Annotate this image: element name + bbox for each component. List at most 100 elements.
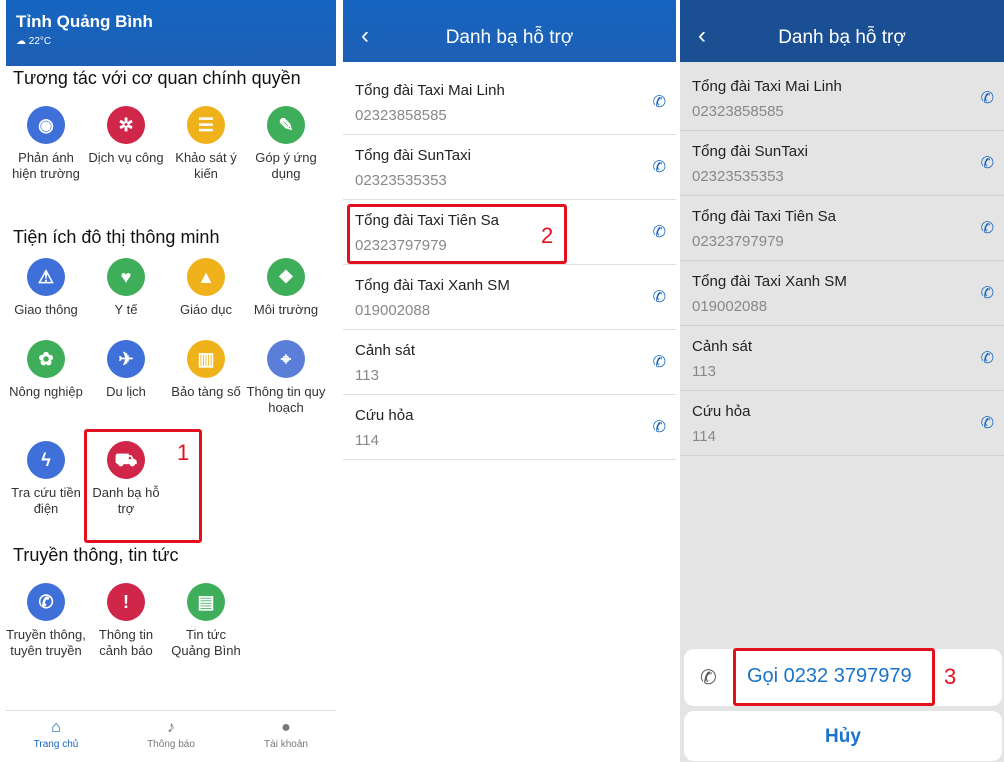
phone-icon[interactable]: ✆ bbox=[653, 352, 666, 372]
tile-camera[interactable]: ◉ Phản ánh hiện trường bbox=[6, 106, 86, 182]
phone-icon[interactable]: ✆ bbox=[653, 157, 666, 177]
tile-warning[interactable]: ! Thông tin cảnh báo bbox=[86, 583, 166, 659]
tile-environment[interactable]: ❖ Môi trường bbox=[246, 258, 326, 318]
tile-travel[interactable]: ✈ Du lịch bbox=[86, 340, 166, 400]
tile-label: Khảo sát ý kiến bbox=[175, 150, 237, 181]
contact-name: Cứu hỏa bbox=[692, 403, 751, 420]
contact-name: Tổng đài SunTaxi bbox=[692, 143, 808, 160]
step-3-label: 3 bbox=[944, 664, 957, 689]
home-icon: ⌂ bbox=[51, 719, 61, 736]
weather-label: ☁ 22°C bbox=[16, 36, 52, 47]
tile-news[interactable]: ▤ Tin tức Quảng Bình bbox=[166, 583, 246, 659]
phone-icon[interactable]: ✆ bbox=[653, 417, 666, 437]
tile-label: Y tế bbox=[114, 302, 138, 317]
tile-label: Bảo tàng số bbox=[171, 384, 241, 399]
contact-row[interactable]: Cảnh sát 113 ✆ bbox=[343, 330, 676, 395]
tile-traffic[interactable]: ⚠ Giao thông bbox=[6, 258, 86, 318]
agriculture-icon: ✿ bbox=[27, 340, 65, 378]
tile-label: Giao thông bbox=[14, 302, 78, 317]
contact-row[interactable]: Cứu hỏa 114 ✆ bbox=[680, 391, 1004, 456]
directory-header: ‹ Danh bạ hỗ trợ bbox=[343, 0, 676, 62]
tab-label: Thông báo bbox=[147, 739, 195, 750]
tile-feedback[interactable]: ✎ Góp ý ứng dụng bbox=[246, 106, 326, 182]
education-icon: ▲ bbox=[187, 258, 225, 296]
contact-row[interactable]: Cảnh sát 113 ✆ bbox=[680, 326, 1004, 391]
contact-phone: 02323797979 bbox=[692, 233, 784, 250]
tile-electricity[interactable]: ϟ Tra cứu tiền điện bbox=[6, 441, 86, 517]
tab-home[interactable]: ⌂ Trang chủ bbox=[16, 719, 96, 750]
directory-title: Danh bạ hỗ trợ bbox=[778, 27, 906, 48]
city-title: Tỉnh Quảng Bình bbox=[16, 12, 153, 31]
tile-label: Thông tin cảnh báo bbox=[98, 627, 154, 658]
step-2-highlight bbox=[347, 204, 567, 264]
contact-name: Tổng đài Taxi Tiên Sa bbox=[692, 208, 836, 225]
tile-label: Nông nghiệp bbox=[9, 384, 83, 399]
tile-label: Thông tin quy hoạch bbox=[246, 384, 326, 415]
contact-row[interactable]: Tổng đài SunTaxi 02323535353 ✆ bbox=[343, 135, 676, 200]
contact-name: Cảnh sát bbox=[692, 338, 753, 355]
step-3-highlight bbox=[733, 648, 935, 706]
contact-name: Cảnh sát bbox=[355, 342, 416, 359]
tile-label: Giáo dục bbox=[179, 302, 233, 317]
tile-education[interactable]: ▲ Giáo dục bbox=[166, 258, 246, 318]
contact-phone: 019002088 bbox=[355, 302, 431, 319]
service-icon: ✲ bbox=[107, 106, 145, 144]
contact-name: Cứu hỏa bbox=[355, 407, 414, 424]
tile-agriculture[interactable]: ✿ Nông nghiệp bbox=[6, 340, 86, 400]
phone-icon[interactable]: ✆ bbox=[981, 88, 994, 108]
contact-row[interactable]: Tổng đài Taxi Mai Linh 02323858585 ✆ bbox=[680, 66, 1004, 131]
contact-name: Tổng đài Taxi Mai Linh bbox=[355, 82, 505, 99]
tile-label: Môi trường bbox=[253, 302, 319, 317]
contact-phone: 114 bbox=[355, 432, 379, 449]
contact-phone: 113 bbox=[692, 363, 716, 380]
contact-name: Tổng đài SunTaxi bbox=[355, 147, 471, 164]
contact-phone: 019002088 bbox=[692, 298, 768, 315]
travel-icon: ✈ bbox=[107, 340, 145, 378]
contact-row[interactable]: Tổng đài Taxi Xanh SM 019002088 ✆ bbox=[680, 261, 1004, 326]
tile-museum[interactable]: ▥ Bảo tàng số bbox=[166, 340, 246, 400]
phone-icon[interactable]: ✆ bbox=[981, 283, 994, 303]
cancel-sheet[interactable]: Hủy bbox=[684, 711, 1002, 761]
tile-label: Dịch vụ công bbox=[88, 150, 164, 165]
phone-icon[interactable]: ✆ bbox=[653, 92, 666, 112]
contact-row[interactable]: Tổng đài Taxi Tiên Sa 02323797979 ✆ bbox=[680, 196, 1004, 261]
tab-label: Tài khoản bbox=[264, 739, 308, 750]
tile-megaphone[interactable]: ✆ Truyền thông, tuyên truyền bbox=[6, 583, 86, 659]
tile-label: Truyền thông, tuyên truyền bbox=[6, 627, 86, 658]
tab-bell[interactable]: ♪ Thông báo bbox=[131, 719, 211, 750]
contact-name: Tổng đài Taxi Xanh SM bbox=[355, 277, 510, 294]
step-2-label: 2 bbox=[541, 223, 554, 248]
phone-icon[interactable]: ✆ bbox=[981, 153, 994, 173]
phone-icon[interactable]: ✆ bbox=[653, 287, 666, 307]
phone-icon[interactable]: ✆ bbox=[981, 413, 994, 433]
bottom-tab-bar: ⌂ Trang chủ ♪ Thông báo ● Tài khoản bbox=[6, 710, 336, 762]
contact-row[interactable]: Tổng đài SunTaxi 02323535353 ✆ bbox=[680, 131, 1004, 196]
news-icon: ▤ bbox=[187, 583, 225, 621]
tile-survey[interactable]: ☰ Khảo sát ý kiến bbox=[166, 106, 246, 182]
home-header: Tỉnh Quảng Bình ☁ 22°C bbox=[6, 0, 336, 66]
tab-user[interactable]: ● Tài khoản bbox=[246, 719, 326, 750]
tile-health[interactable]: ♥ Y tế bbox=[86, 258, 166, 318]
contact-name: Tổng đài Taxi Xanh SM bbox=[692, 273, 847, 290]
contact-row[interactable]: Tổng đài Taxi Xanh SM 019002088 ✆ bbox=[343, 265, 676, 330]
tile-map[interactable]: ⌖ Thông tin quy hoạch bbox=[246, 340, 326, 416]
environment-icon: ❖ bbox=[267, 258, 305, 296]
cancel-button[interactable]: Hủy bbox=[684, 726, 1002, 748]
tile-label: Tra cứu tiền điện bbox=[11, 485, 81, 516]
section-title-government: Tương tác với cơ quan chính quyền bbox=[13, 68, 301, 88]
survey-icon: ☰ bbox=[187, 106, 225, 144]
user-icon: ● bbox=[281, 719, 291, 736]
contact-row[interactable]: Tổng đài Taxi Mai Linh 02323858585 ✆ bbox=[343, 70, 676, 135]
tile-service[interactable]: ✲ Dịch vụ công bbox=[86, 106, 166, 166]
phone-icon[interactable]: ✆ bbox=[653, 222, 666, 242]
health-icon: ♥ bbox=[107, 258, 145, 296]
step-1-label: 1 bbox=[177, 440, 190, 465]
directory-title: Danh bạ hỗ trợ bbox=[445, 27, 574, 48]
phone-icon[interactable]: ✆ bbox=[981, 348, 994, 368]
contact-row[interactable]: Cứu hỏa 114 ✆ bbox=[343, 395, 676, 460]
tile-label: Phản ánh hiện trường bbox=[12, 150, 80, 181]
electricity-icon: ϟ bbox=[27, 441, 65, 479]
museum-icon: ▥ bbox=[187, 340, 225, 378]
phone-icon[interactable]: ✆ bbox=[981, 218, 994, 238]
contact-phone: 02323858585 bbox=[355, 107, 447, 124]
